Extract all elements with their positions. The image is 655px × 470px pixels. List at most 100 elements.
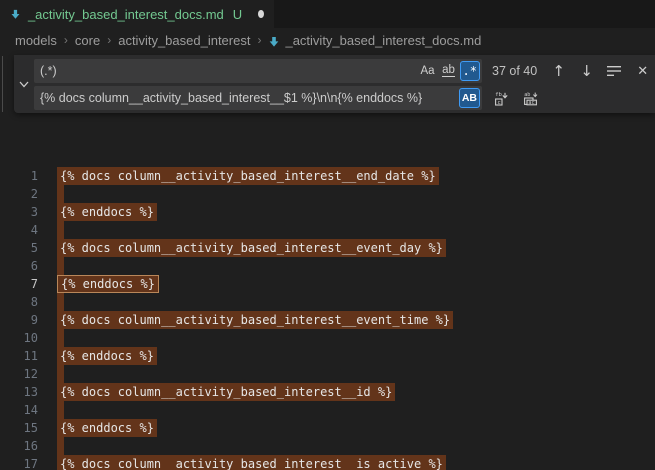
match-case-toggle[interactable]: Aa <box>417 61 437 81</box>
line-content <box>57 365 64 383</box>
line-content: {% docs column__activity_based_interest_… <box>57 311 453 329</box>
find-widget-sash[interactable] <box>2 56 3 112</box>
modified-indicator-dot[interactable] <box>258 10 264 18</box>
line-content <box>57 185 64 203</box>
find-input[interactable] <box>34 59 482 83</box>
breadcrumb-item-activity-based-interest[interactable]: activity_based_interest <box>118 33 250 48</box>
next-match-button[interactable]: ↓ <box>575 60 598 83</box>
line-number[interactable]: 5 <box>0 239 38 257</box>
editor-line[interactable]: 10 <box>0 329 655 347</box>
regex-label: .* <box>463 64 477 78</box>
editor-line[interactable]: 16 <box>0 437 655 455</box>
empty-line-match <box>57 365 64 383</box>
line-number[interactable]: 15 <box>0 419 38 437</box>
breadcrumb: models › core › activity_based_interest … <box>0 28 655 52</box>
editor-lines: 1 {% docs column__activity_based_interest… <box>0 167 655 470</box>
line-number[interactable]: 11 <box>0 347 38 365</box>
replace-input[interactable] <box>34 86 482 110</box>
line-content: {% docs column__activity_based_interest_… <box>57 167 439 185</box>
breadcrumb-separator: › <box>257 33 261 47</box>
find-match: {% docs column__activity_based_interest_… <box>57 239 446 257</box>
empty-line-match <box>57 293 64 311</box>
replace-icon: fb c <box>493 90 510 107</box>
line-content <box>57 401 64 419</box>
regex-toggle[interactable]: .* <box>460 61 480 81</box>
empty-line-match <box>57 185 64 203</box>
line-content: {% docs column__activity_based_interest_… <box>57 239 446 257</box>
tab-activity-docs[interactable]: _activity_based_interest_docs.md U <box>0 0 274 28</box>
preserve-case-toggle[interactable]: AB <box>459 88 480 108</box>
editor-line[interactable]: 17 {% docs column__activity_based_interes… <box>0 455 655 470</box>
whole-word-toggle[interactable]: ab <box>439 61 459 81</box>
line-number[interactable]: 8 <box>0 293 38 311</box>
line-number[interactable]: 17 <box>0 455 38 470</box>
replace-all-icon: ab ac <box>522 90 539 107</box>
svg-text:ab: ab <box>524 91 530 97</box>
find-match: {% docs column__activity_based_interest_… <box>57 455 446 470</box>
line-content <box>57 293 64 311</box>
selection-lines-icon <box>607 65 622 77</box>
line-number[interactable]: 6 <box>0 257 38 275</box>
line-number[interactable]: 2 <box>0 185 38 203</box>
breadcrumb-separator: › <box>64 33 68 47</box>
svg-text:c: c <box>497 99 500 105</box>
editor-line[interactable]: 12 <box>0 365 655 383</box>
editor-line[interactable]: 13 {% docs column__activity_based_interes… <box>0 383 655 401</box>
editor-line[interactable]: 2 <box>0 185 655 203</box>
previous-match-button[interactable]: ↑ <box>547 60 570 83</box>
line-number[interactable]: 3 <box>0 203 38 221</box>
replace-row: AB fb c ab <box>34 86 654 110</box>
editor-line[interactable]: 14 <box>0 401 655 419</box>
line-number[interactable]: 14 <box>0 401 38 419</box>
find-match: {% docs column__activity_based_interest_… <box>57 167 439 185</box>
whole-word-label: ab <box>442 65 455 77</box>
find-widget: Aa ab .* 37 of 40 ↑ ↓ <box>14 55 655 113</box>
line-content: {% docs column__activity_based_interest_… <box>57 383 395 401</box>
arrow-up-icon: ↑ <box>552 64 565 79</box>
find-in-selection-toggle[interactable] <box>603 60 626 83</box>
find-match: {% docs column__activity_based_interest_… <box>57 311 453 329</box>
editor-line[interactable]: 9 {% docs column__activity_based_interest… <box>0 311 655 329</box>
tab-bar: _activity_based_interest_docs.md U <box>0 0 655 28</box>
empty-line-match <box>57 401 64 419</box>
close-button[interactable]: ✕ <box>631 60 654 83</box>
line-number[interactable]: 12 <box>0 365 38 383</box>
line-number[interactable]: 16 <box>0 437 38 455</box>
editor-line[interactable]: 4 <box>0 221 655 239</box>
svg-text:ac: ac <box>528 100 534 106</box>
editor-line[interactable]: 3{% enddocs %} <box>0 203 655 221</box>
editor-line[interactable]: 6 <box>0 257 655 275</box>
line-number[interactable]: 4 <box>0 221 38 239</box>
close-icon: ✕ <box>637 63 648 79</box>
find-match: {% enddocs %} <box>57 347 157 365</box>
line-number[interactable]: 13 <box>0 383 38 401</box>
line-number[interactable]: 7 <box>0 275 38 293</box>
line-content: {% enddocs %} <box>57 275 159 293</box>
toggle-replace-button[interactable] <box>14 59 34 110</box>
replace-all-button[interactable]: ab ac <box>519 87 542 110</box>
line-number[interactable]: 10 <box>0 329 38 347</box>
editor-line[interactable]: 15 {% enddocs %} <box>0 419 655 437</box>
svg-text:fb: fb <box>495 92 502 98</box>
match-case-label: Aa <box>420 65 434 77</box>
breadcrumb-item-core[interactable]: core <box>75 33 100 48</box>
line-number[interactable]: 9 <box>0 311 38 329</box>
editor-line[interactable]: 8 <box>0 293 655 311</box>
chevron-down-icon <box>19 81 29 88</box>
breadcrumb-item-models[interactable]: models <box>15 33 57 48</box>
results-count: 37 of 40 <box>492 64 537 78</box>
replace-button[interactable]: fb c <box>490 87 513 110</box>
markdown-file-icon <box>10 7 21 22</box>
arrow-down-icon: ↓ <box>580 64 593 79</box>
editor-line[interactable]: 11 {% enddocs %} <box>0 347 655 365</box>
find-match: {% docs column__activity_based_interest_… <box>57 383 395 401</box>
line-content: {% enddocs %} <box>57 419 157 437</box>
editor-line[interactable]: 5 {% docs column__activity_based_interest… <box>0 239 655 257</box>
editor-surface: 1 {% docs column__activity_based_interest… <box>0 52 655 470</box>
empty-line-match <box>57 437 64 455</box>
line-number[interactable]: 1 <box>0 167 38 185</box>
find-match: {% enddocs %} <box>57 419 157 437</box>
breadcrumb-item-filename[interactable]: _activity_based_interest_docs.md <box>285 33 481 48</box>
editor-line[interactable]: 1 {% docs column__activity_based_interest… <box>0 167 655 185</box>
editor-line[interactable]: 7 {% enddocs %} <box>0 275 655 293</box>
